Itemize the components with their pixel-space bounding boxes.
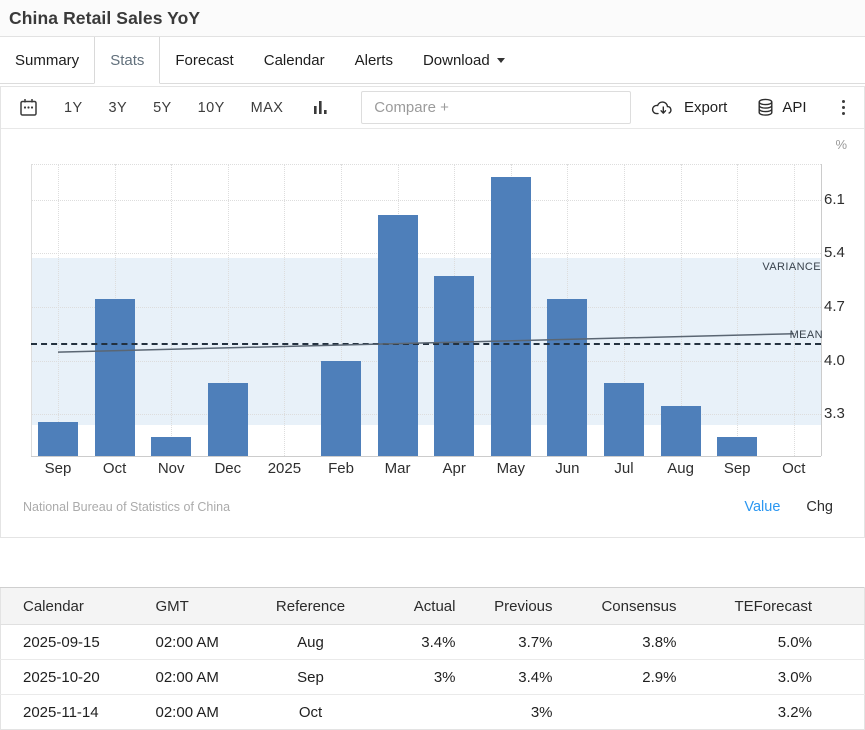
range-button-1y[interactable]: 1Y xyxy=(64,100,83,116)
cell-reference: Sep xyxy=(256,660,366,695)
cell-reference: Aug xyxy=(256,625,366,660)
cell-previous: 3% xyxy=(471,695,571,730)
tab-label: Calendar xyxy=(264,52,325,69)
page: China Retail Sales YoY Summary Stats Forec… xyxy=(0,0,865,730)
tab-forecast[interactable]: Forecast xyxy=(160,37,248,83)
table-row: 2025-09-1502:00 AMAug3.4%3.7%3.8%5.0% xyxy=(1,625,865,660)
compare-input[interactable] xyxy=(361,91,631,124)
calendar-icon[interactable] xyxy=(19,98,38,117)
cell-consensus: 3.8% xyxy=(571,625,696,660)
tab-bar: Summary Stats Forecast Calendar Alerts Downlo… xyxy=(0,37,865,84)
cell-teforecast: 5.0% xyxy=(696,625,865,660)
legend-value-toggle[interactable]: Value xyxy=(744,499,780,515)
table-row: 2025-10-2002:00 AMSep3%3.4%2.9%3.0% xyxy=(1,660,865,695)
cell-reference: Oct xyxy=(256,695,366,730)
range-buttons: 1Y 3Y 5Y 10Y MAX xyxy=(64,100,283,116)
column-header-calendar: Calendar xyxy=(1,588,136,625)
export-button[interactable]: Export xyxy=(651,99,727,116)
cell-calendar: 2025-11-14 xyxy=(1,695,136,730)
table-header: CalendarGMTReferenceActualPreviousConsen… xyxy=(1,588,865,625)
column-header-reference: Reference xyxy=(256,588,366,625)
api-label: API xyxy=(782,99,806,116)
column-header-gmt: GMT xyxy=(136,588,256,625)
bar-chart-icon[interactable] xyxy=(313,99,329,116)
trend-line xyxy=(1,129,864,537)
page-title: China Retail Sales YoY xyxy=(9,8,200,29)
tab-label: Stats xyxy=(110,52,144,69)
cloud-download-icon xyxy=(651,99,676,116)
column-header-consensus: Consensus xyxy=(571,588,696,625)
cell-actual: 3% xyxy=(366,660,471,695)
cell-calendar: 2025-09-15 xyxy=(1,625,136,660)
cell-consensus: 2.9% xyxy=(571,660,696,695)
cell-actual: 3.4% xyxy=(366,625,471,660)
chevron-down-icon xyxy=(497,58,505,63)
column-header-actual: Actual xyxy=(366,588,471,625)
title-bar: China Retail Sales YoY xyxy=(0,0,865,37)
cell-previous: 3.7% xyxy=(471,625,571,660)
cell-teforecast: 3.0% xyxy=(696,660,865,695)
cell-gmt: 02:00 AM xyxy=(136,660,256,695)
cell-teforecast: 3.2% xyxy=(696,695,865,730)
range-button-3y[interactable]: 3Y xyxy=(109,100,128,116)
cell-calendar: 2025-10-20 xyxy=(1,660,136,695)
kebab-menu-icon[interactable] xyxy=(837,97,851,119)
chart-toolbar: 1Y 3Y 5Y 10Y MAX xyxy=(1,87,864,129)
mean-label: MEAN xyxy=(790,329,823,341)
legend-chg-toggle[interactable]: Chg xyxy=(806,499,833,515)
cell-consensus xyxy=(571,695,696,730)
tab-label: Alerts xyxy=(355,52,393,69)
tab-label: Forecast xyxy=(175,52,233,69)
cell-actual xyxy=(366,695,471,730)
cell-gmt: 02:00 AM xyxy=(136,695,256,730)
tab-label: Download xyxy=(423,52,490,69)
bar-chart: %6.15.44.74.03.3SepOctNovDec2025FebMarAp… xyxy=(1,129,864,537)
tab-alerts[interactable]: Alerts xyxy=(340,37,408,83)
cell-gmt: 02:00 AM xyxy=(136,625,256,660)
range-button-max[interactable]: MAX xyxy=(251,100,284,116)
export-label: Export xyxy=(684,99,727,116)
table-row: 2025-11-1402:00 AMOct 3% 3.2% xyxy=(1,695,865,730)
calendar-table: CalendarGMTReferenceActualPreviousConsen… xyxy=(0,587,865,730)
tab-download[interactable]: Download xyxy=(408,37,520,83)
value-chg-toggle: Value Chg xyxy=(744,499,833,515)
range-button-5y[interactable]: 5Y xyxy=(153,100,172,116)
chart-card: 1Y 3Y 5Y 10Y MAX xyxy=(0,86,865,538)
database-icon xyxy=(757,98,774,117)
tab-label: Summary xyxy=(15,52,79,69)
api-button[interactable]: API xyxy=(757,98,806,117)
tab-calendar[interactable]: Calendar xyxy=(249,37,340,83)
tab-stats[interactable]: Stats xyxy=(94,37,160,84)
column-header-previous: Previous xyxy=(471,588,571,625)
tab-summary[interactable]: Summary xyxy=(0,37,94,83)
toolbar-right: Export API xyxy=(651,97,850,119)
variance-label: VARIANCE xyxy=(762,261,821,273)
source-attribution: National Bureau of Statistics of China xyxy=(23,500,230,514)
column-header-teforecast: TEForecast xyxy=(696,588,865,625)
range-button-10y[interactable]: 10Y xyxy=(198,100,225,116)
cell-previous: 3.4% xyxy=(471,660,571,695)
